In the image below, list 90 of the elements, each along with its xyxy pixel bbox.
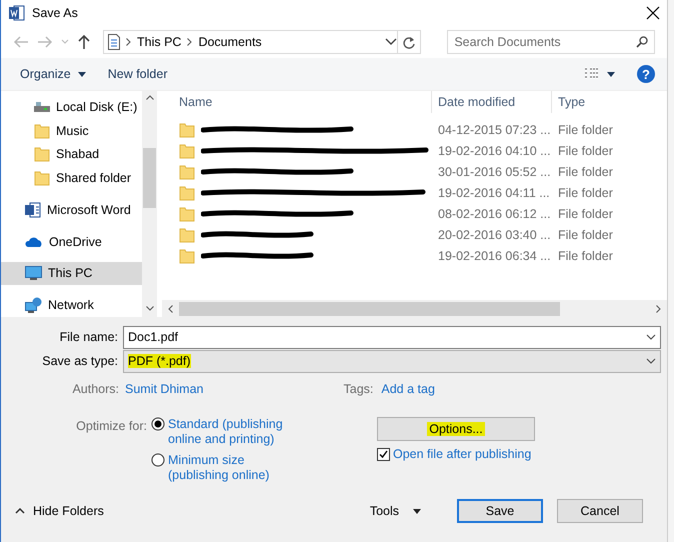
sidebar-item[interactable]: This PC — [1, 262, 142, 286]
word-icon — [9, 5, 25, 21]
folder-icon — [179, 226, 195, 242]
help-button[interactable]: ? — [637, 65, 655, 83]
type-cell-text: File folder — [557, 248, 613, 262]
type-cell-text: File folder — [557, 186, 613, 200]
field-label: Save as type: — [41, 354, 119, 368]
date-cell-text: 08-02-2016 06:12 ... — [437, 206, 552, 220]
sidebar-item[interactable]: Shabad — [1, 142, 142, 166]
hide-folders-button[interactable]: Hide Folders — [15, 504, 104, 518]
folder-icon — [179, 184, 195, 200]
column-header[interactable]: Date modified — [432, 91, 552, 113]
type-cell-text: File folder — [557, 164, 613, 178]
folder-icon — [34, 170, 50, 186]
radio-button[interactable] — [151, 453, 165, 467]
chevron-icon — [187, 38, 192, 46]
field-label: Authors: — [71, 382, 120, 396]
add-tag-link[interactable]: Add a tag — [381, 382, 435, 396]
breadcrumb[interactable]: Documents — [198, 35, 262, 49]
scroll-up-icon — [146, 95, 154, 100]
cloud-icon — [25, 236, 43, 248]
word-icon — [25, 202, 41, 218]
folder-icon — [179, 206, 195, 222]
type-cell-text: File folder — [557, 206, 613, 220]
vertical-scrollbar[interactable] — [142, 91, 157, 317]
date-cell-text: 19-02-2016 06:34 ... — [437, 248, 552, 262]
dialog-button[interactable]: Cancel — [557, 499, 643, 523]
radio-label[interactable]: Minimum size (publishing online) — [168, 453, 290, 483]
new-folder-button[interactable]: New folder — [108, 67, 168, 81]
sidebar-item[interactable]: Local Disk (E:) — [1, 95, 142, 119]
monitor-icon — [25, 266, 42, 281]
checkbox[interactable] — [377, 448, 390, 460]
scroll-right-icon — [656, 304, 661, 312]
sidebar-item[interactable]: Shared folder — [1, 166, 142, 190]
authors-link[interactable]: Sumit Dhiman — [125, 382, 204, 396]
list-view-icon[interactable] — [584, 68, 600, 80]
caret-icon — [413, 508, 421, 514]
date-cell-text: 20-02-2016 03:40 ... — [437, 228, 552, 242]
options-button[interactable]: Options... — [377, 417, 535, 441]
folder-icon — [179, 164, 195, 180]
radio-label[interactable]: Standard (publishing online and printing) — [168, 417, 290, 447]
column-header[interactable]: Name — [162, 91, 432, 113]
network-icon — [25, 297, 42, 314]
dropdown-icon — [646, 358, 656, 364]
folder-icon — [179, 142, 195, 158]
column-header[interactable]: Type — [552, 91, 667, 113]
window-title: Save As — [32, 6, 79, 20]
chevron-up-icon — [15, 508, 25, 514]
chevron-icon — [126, 38, 131, 46]
scroll-left-icon — [168, 304, 173, 312]
field-label: Tags: — [344, 382, 374, 396]
caret-icon[interactable] — [607, 72, 615, 76]
dropdown-icon — [646, 334, 656, 340]
date-cell-text: 04-12-2015 07:23 ... — [437, 122, 552, 136]
folder-icon — [179, 248, 195, 264]
folder-icon — [34, 122, 50, 139]
horizontal-scrollbar[interactable] — [162, 300, 667, 317]
organize-button[interactable]: Organize — [20, 67, 86, 81]
checkbox-label[interactable]: Open file after publishing — [393, 447, 532, 461]
breadcrumb[interactable]: This PC — [137, 35, 182, 49]
scroll-down-icon — [146, 306, 154, 311]
sidebar-item[interactable]: OneDrive — [1, 230, 142, 254]
sidebar-item[interactable]: Music — [1, 118, 142, 142]
caret-icon — [78, 72, 86, 76]
date-cell-text: 19-02-2016 04:10 ... — [437, 144, 552, 158]
search-icon — [636, 36, 648, 48]
date-cell-text: 30-01-2016 05:52 ... — [437, 164, 552, 178]
sidebar-item[interactable]: Microsoft Word — [1, 198, 142, 222]
dialog-button[interactable]: Save — [457, 499, 543, 523]
file-name-field[interactable]: Doc1.pdf — [123, 326, 661, 348]
document-icon — [108, 34, 120, 50]
type-cell-text: File folder — [557, 144, 613, 158]
file-type-dropdown[interactable]: PDF (*.pdf) — [123, 350, 661, 372]
folder-icon — [34, 146, 50, 162]
radio-button[interactable] — [151, 417, 165, 431]
refresh-icon[interactable] — [403, 36, 416, 48]
sidebar-item[interactable]: Network — [1, 293, 142, 317]
type-cell-text: File folder — [557, 122, 613, 136]
field-label: File name: — [58, 330, 119, 344]
type-cell-text: File folder — [557, 228, 613, 242]
dropdown-icon[interactable] — [385, 38, 398, 46]
tools-button[interactable]: Tools — [370, 504, 421, 518]
field-label: Optimize for: — [75, 418, 148, 435]
folder-icon — [179, 122, 195, 138]
scroll-thumb[interactable] — [143, 148, 156, 208]
close-icon[interactable] — [646, 6, 660, 20]
date-cell-text: 19-02-2016 04:11 ... — [437, 186, 551, 200]
address-bar[interactable]: This PC Documents — [103, 30, 422, 54]
up-arrow-icon[interactable] — [77, 34, 91, 50]
search-field[interactable]: Search Documents — [447, 30, 655, 54]
